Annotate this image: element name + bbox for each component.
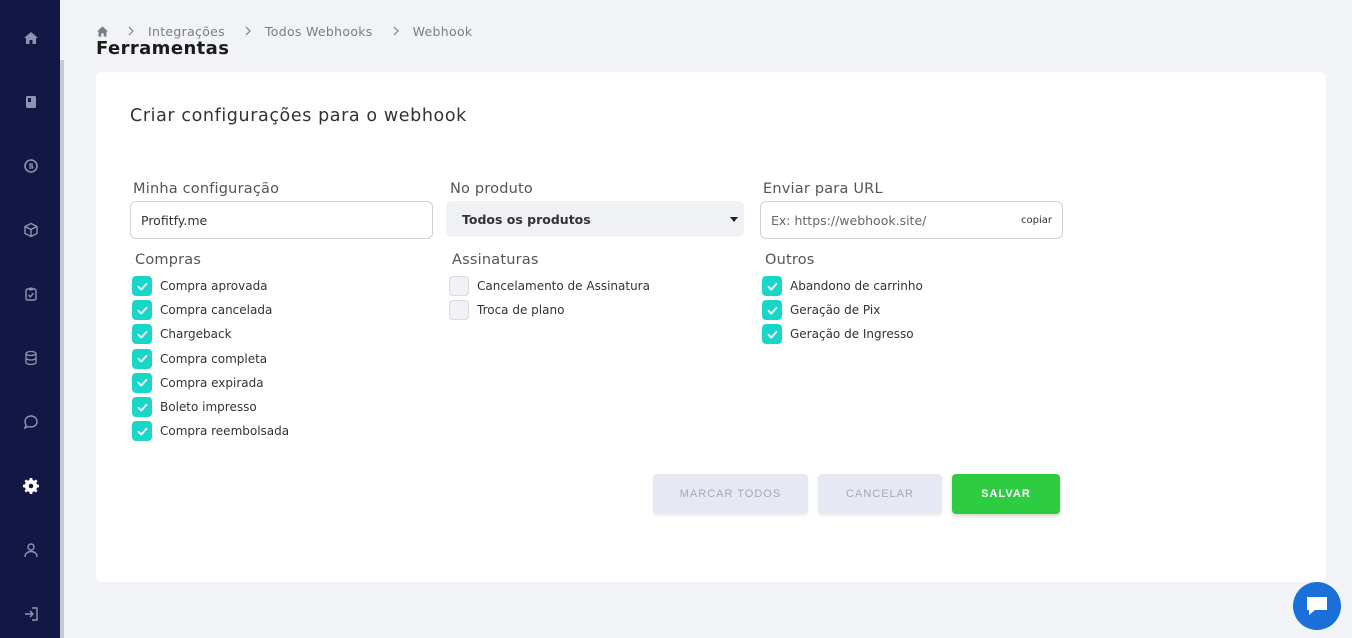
group-assinaturas: Assinaturas Cancelamento de Assinatura Tr… (449, 252, 650, 322)
config-name-input[interactable]: Profitfy.me (130, 201, 433, 239)
gear-icon[interactable] (22, 477, 40, 495)
checkbox-row[interactable]: Troca de plano (449, 298, 650, 322)
checkbox-label: Geração de Ingresso (790, 327, 914, 342)
checkbox-checked[interactable] (762, 276, 782, 297)
chat-support-button[interactable] (1293, 582, 1341, 630)
product-select-value: Todos os produtos (462, 211, 591, 227)
chevron-right-icon (391, 26, 401, 36)
chat-bubble-icon (1307, 597, 1327, 615)
checkbox-label: Geração de Pix (790, 303, 881, 318)
page-title: Ferramentas (96, 38, 230, 59)
check-icon (137, 355, 147, 363)
group-label: Assinaturas (452, 252, 539, 268)
check-icon (137, 330, 147, 339)
checkbox-label: Compra aprovada (160, 279, 268, 294)
copy-url-link[interactable]: copiar (1021, 215, 1052, 226)
save-button[interactable]: SALVAR (952, 474, 1060, 514)
chat-icon[interactable] (22, 413, 40, 431)
chevron-right-icon (126, 26, 136, 36)
checkbox-checked[interactable] (132, 348, 152, 369)
checkbox-label: Compra cancelada (160, 303, 273, 318)
breadcrumb-all-webhooks[interactable]: Todos Webhooks (265, 24, 373, 39)
sidebar-scrollbar[interactable] (60, 60, 64, 638)
checkbox-label: Compra completa (160, 351, 268, 366)
home-icon[interactable] (22, 29, 40, 47)
group-outros: Outros Abandono de carrinho Geração de Pi… (762, 252, 923, 347)
box-icon[interactable] (22, 221, 40, 239)
checkbox-row[interactable]: Geração de Ingresso (762, 322, 923, 346)
checkbox-label: Compra reembolsada (160, 424, 290, 439)
group-label: Compras (135, 252, 202, 268)
checkbox-label: Boleto impresso (160, 400, 257, 415)
check-icon (137, 427, 147, 436)
user-icon[interactable] (22, 541, 40, 559)
checkbox-checked[interactable] (132, 324, 152, 345)
breadcrumb-webhook: Webhook (412, 23, 473, 39)
checkbox-row[interactable]: Boleto impresso (132, 395, 289, 419)
checkbox-row[interactable]: Compra completa (132, 347, 289, 371)
sidebar (0, 0, 60, 638)
checkbox-row[interactable]: Geração de Pix (762, 298, 923, 322)
chevron-right-icon (243, 26, 253, 36)
check-icon (767, 306, 777, 315)
check-icon (767, 330, 777, 339)
logout-icon[interactable] (22, 605, 40, 623)
select-all-button[interactable]: MARCAR TODOS (653, 474, 808, 514)
checkbox-label: Compra expirada (160, 375, 264, 390)
checkbox-label: Chargeback (160, 327, 232, 342)
group-compras: Compras Compra aprovada Compra cancelada C… (132, 252, 289, 443)
cancel-button[interactable]: CANCELAR (818, 474, 942, 514)
check-icon (767, 282, 777, 290)
checkbox-label: Troca de plano (477, 303, 565, 318)
product-label: No produto (450, 181, 533, 197)
checkbox-checked[interactable] (762, 300, 782, 321)
checkbox-row[interactable]: Chargeback (132, 322, 289, 346)
check-icon (137, 282, 147, 290)
checkbox-checked[interactable] (132, 372, 152, 393)
checkbox-checked[interactable] (132, 276, 152, 297)
card-title: Criar configurações para o webhook (130, 106, 467, 126)
checkbox-row[interactable]: Compra expirada (132, 371, 289, 395)
config-name-value: Profitfy.me (141, 212, 208, 228)
checkbox-row[interactable]: Cancelamento de Assinatura (449, 274, 650, 298)
checkbox-row[interactable]: Compra aprovada (132, 274, 289, 298)
book-icon[interactable] (22, 93, 40, 111)
checkbox-checked[interactable] (132, 397, 152, 418)
group-label: Outros (765, 252, 815, 268)
url-placeholder: Ex: https://webhook.site/ (771, 212, 927, 228)
check-icon (137, 306, 147, 315)
checkbox-label: Cancelamento de Assinatura (477, 279, 650, 294)
webhook-config-card: Criar configurações para o webhook Minha… (96, 72, 1326, 582)
config-name-label: Minha configuração (133, 181, 280, 197)
checkbox-unchecked[interactable] (449, 276, 469, 297)
check-icon (137, 403, 147, 411)
checkbox-checked[interactable] (132, 421, 152, 442)
checkbox-label: Abandono de carrinho (790, 279, 923, 294)
url-label: Enviar para URL (763, 181, 883, 197)
product-select[interactable]: Todos os produtos (446, 201, 744, 237)
caret-down-icon (730, 217, 738, 222)
clipboard-check-icon[interactable] (22, 285, 40, 303)
checkbox-row[interactable]: Compra cancelada (132, 298, 289, 322)
dollar-icon[interactable] (22, 157, 40, 175)
checkbox-row[interactable]: Compra reembolsada (132, 419, 289, 443)
checkbox-checked[interactable] (132, 300, 152, 321)
check-icon (137, 379, 147, 387)
database-icon[interactable] (22, 349, 40, 367)
breadcrumb-integrations[interactable]: Integrações (148, 24, 225, 39)
breadcrumb-home-icon[interactable] (96, 24, 110, 38)
url-input[interactable]: Ex: https://webhook.site/ copiar (760, 201, 1063, 239)
checkbox-unchecked[interactable] (449, 300, 469, 321)
checkbox-row[interactable]: Abandono de carrinho (762, 274, 923, 298)
checkbox-checked[interactable] (762, 324, 782, 345)
